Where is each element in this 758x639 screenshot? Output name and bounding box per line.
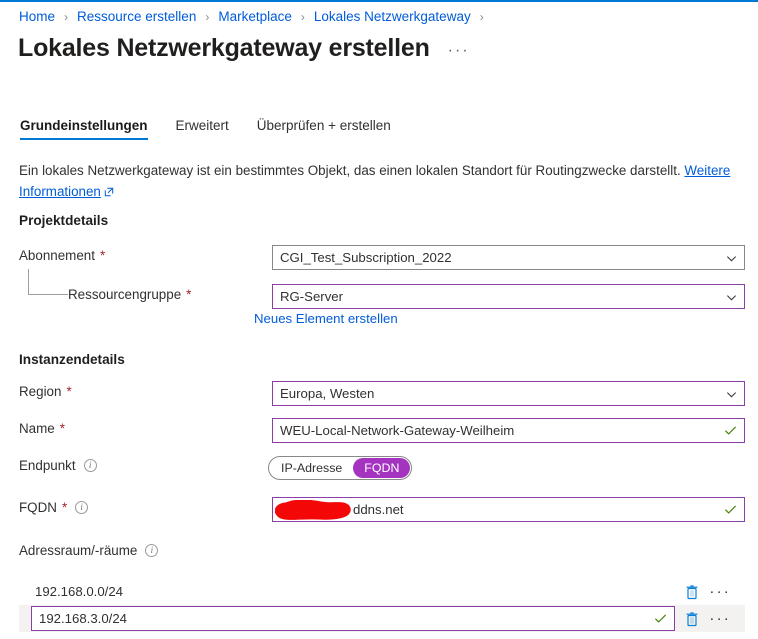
label-ressourcengruppe: Ressourcengruppe * xyxy=(68,287,191,302)
section-heading-instanzendetails: Instanzendetails xyxy=(19,352,125,367)
info-icon[interactable]: i xyxy=(145,544,159,557)
breadcrumb-item-local-network-gateway[interactable]: Lokales Netzwerkgateway xyxy=(313,9,472,25)
required-marker: * xyxy=(59,421,65,436)
more-actions-icon[interactable]: ··· xyxy=(448,38,470,60)
address-space-row[interactable]: 192.168.0.0/24 ··· xyxy=(19,578,745,605)
label-adressraum-text: Adressraum/-räume xyxy=(19,543,138,558)
page-header: Lokales Netzwerkgateway erstellen ··· xyxy=(18,34,470,63)
breadcrumb-separator: › xyxy=(479,10,484,24)
label-abonnement-text: Abonnement xyxy=(19,248,95,263)
required-marker: * xyxy=(61,500,68,515)
label-name-text: Name xyxy=(19,421,55,436)
label-fqdn: FQDN * i xyxy=(19,500,89,515)
tab-erweitert[interactable]: Erweitert xyxy=(176,118,243,140)
resource-group-value: RG-Server xyxy=(280,289,344,304)
name-value: WEU-Local-Network-Gateway-Weilheim xyxy=(280,423,515,438)
label-endpunkt: Endpunkt i xyxy=(19,458,97,473)
info-icon[interactable]: i xyxy=(75,501,89,514)
page-description: Ein lokales Netzwerkgateway ist ein best… xyxy=(19,160,745,203)
external-link-icon xyxy=(104,182,114,203)
breadcrumb-separator: › xyxy=(300,10,305,24)
label-region-text: Region xyxy=(19,384,62,399)
address-space-value: 192.168.3.0/24 xyxy=(39,611,127,626)
endpoint-type-toggle: IP-Adresse FQDN xyxy=(268,456,413,480)
label-ressourcengruppe-text: Ressourcengruppe xyxy=(68,287,182,302)
trash-icon[interactable] xyxy=(685,611,699,627)
description-text: Ein lokales Netzwerkgateway ist ein best… xyxy=(19,163,681,178)
breadcrumb: Home › Ressource erstellen › Marketplace… xyxy=(18,9,492,25)
chevron-down-icon xyxy=(726,388,737,399)
field-row-abonnement: Abonnement * CGI_Test_Subscription_2022 xyxy=(19,245,745,270)
label-name: Name * xyxy=(19,421,65,436)
required-marker: * xyxy=(66,384,72,399)
fqdn-value-suffix: ddns.net xyxy=(353,502,404,517)
label-endpunkt-text: Endpunkt xyxy=(19,458,76,473)
chevron-down-icon xyxy=(726,252,737,263)
field-row-region: Region * Europa, Westen xyxy=(19,381,745,406)
address-space-value: 192.168.0.0/24 xyxy=(35,584,123,599)
ellipsis-icon[interactable]: ··· xyxy=(709,584,731,599)
endpoint-option-fqdn[interactable]: FQDN xyxy=(353,458,411,478)
trash-icon[interactable] xyxy=(685,584,699,600)
subscription-select[interactable]: CGI_Test_Subscription_2022 xyxy=(272,245,745,270)
label-abonnement: Abonnement * xyxy=(19,248,105,263)
field-row-ressourcengruppe: Ressourcengruppe * RG-Server xyxy=(19,284,745,309)
tab-grundeinstellungen[interactable]: Grundeinstellungen xyxy=(20,118,162,140)
tab-list: Grundeinstellungen Erweitert Überprüfen … xyxy=(20,118,419,140)
checkmark-icon xyxy=(724,424,737,437)
checkmark-icon xyxy=(724,503,737,516)
breadcrumb-item-home[interactable]: Home xyxy=(18,9,56,25)
breadcrumb-separator: › xyxy=(64,10,69,24)
field-row-adressraum: Adressraum/-räume i xyxy=(19,540,745,564)
address-space-row[interactable]: 192.168.3.0/24 ··· xyxy=(19,605,745,632)
breadcrumb-item-marketplace[interactable]: Marketplace xyxy=(217,9,293,25)
name-input[interactable]: WEU-Local-Network-Gateway-Weilheim xyxy=(272,418,745,443)
region-value: Europa, Westen xyxy=(280,386,375,401)
endpoint-option-ip-adresse[interactable]: IP-Adresse xyxy=(270,458,353,478)
subscription-value: CGI_Test_Subscription_2022 xyxy=(280,250,452,265)
create-local-network-gateway-page: Home › Ressource erstellen › Marketplace… xyxy=(0,0,758,639)
breadcrumb-item-create-resource[interactable]: Ressource erstellen xyxy=(76,9,197,25)
top-accent-rule xyxy=(0,0,758,2)
fqdn-input[interactable]: ddns.net xyxy=(272,497,745,522)
ellipsis-icon[interactable]: ··· xyxy=(709,611,731,626)
resource-group-select[interactable]: RG-Server xyxy=(272,284,745,309)
tab-ueberpruefen-erstellen[interactable]: Überprüfen + erstellen xyxy=(257,118,405,140)
label-adressraum: Adressraum/-räume i xyxy=(19,543,159,558)
label-fqdn-text: FQDN xyxy=(19,500,57,515)
required-marker: * xyxy=(99,248,106,263)
address-space-input[interactable]: 192.168.3.0/24 xyxy=(31,606,676,631)
section-heading-projektdetails: Projektdetails xyxy=(19,213,109,228)
region-select[interactable]: Europa, Westen xyxy=(272,381,745,406)
breadcrumb-separator: › xyxy=(205,10,210,24)
info-icon[interactable]: i xyxy=(83,459,97,472)
create-new-resource-group-link[interactable]: Neues Element erstellen xyxy=(254,311,398,326)
page-title: Lokales Netzwerkgateway erstellen xyxy=(18,34,430,62)
field-row-fqdn: FQDN * i ddns.net xyxy=(19,497,745,522)
redacted-value-overlay xyxy=(275,500,353,520)
checkmark-icon xyxy=(654,612,667,625)
address-space-row-actions: ··· xyxy=(675,611,745,627)
chevron-down-icon xyxy=(726,291,737,302)
required-marker: * xyxy=(186,287,192,302)
label-region: Region * xyxy=(19,384,72,399)
address-space-row-actions: ··· xyxy=(675,584,745,600)
field-row-name: Name * WEU-Local-Network-Gateway-Weilhei… xyxy=(19,418,745,443)
